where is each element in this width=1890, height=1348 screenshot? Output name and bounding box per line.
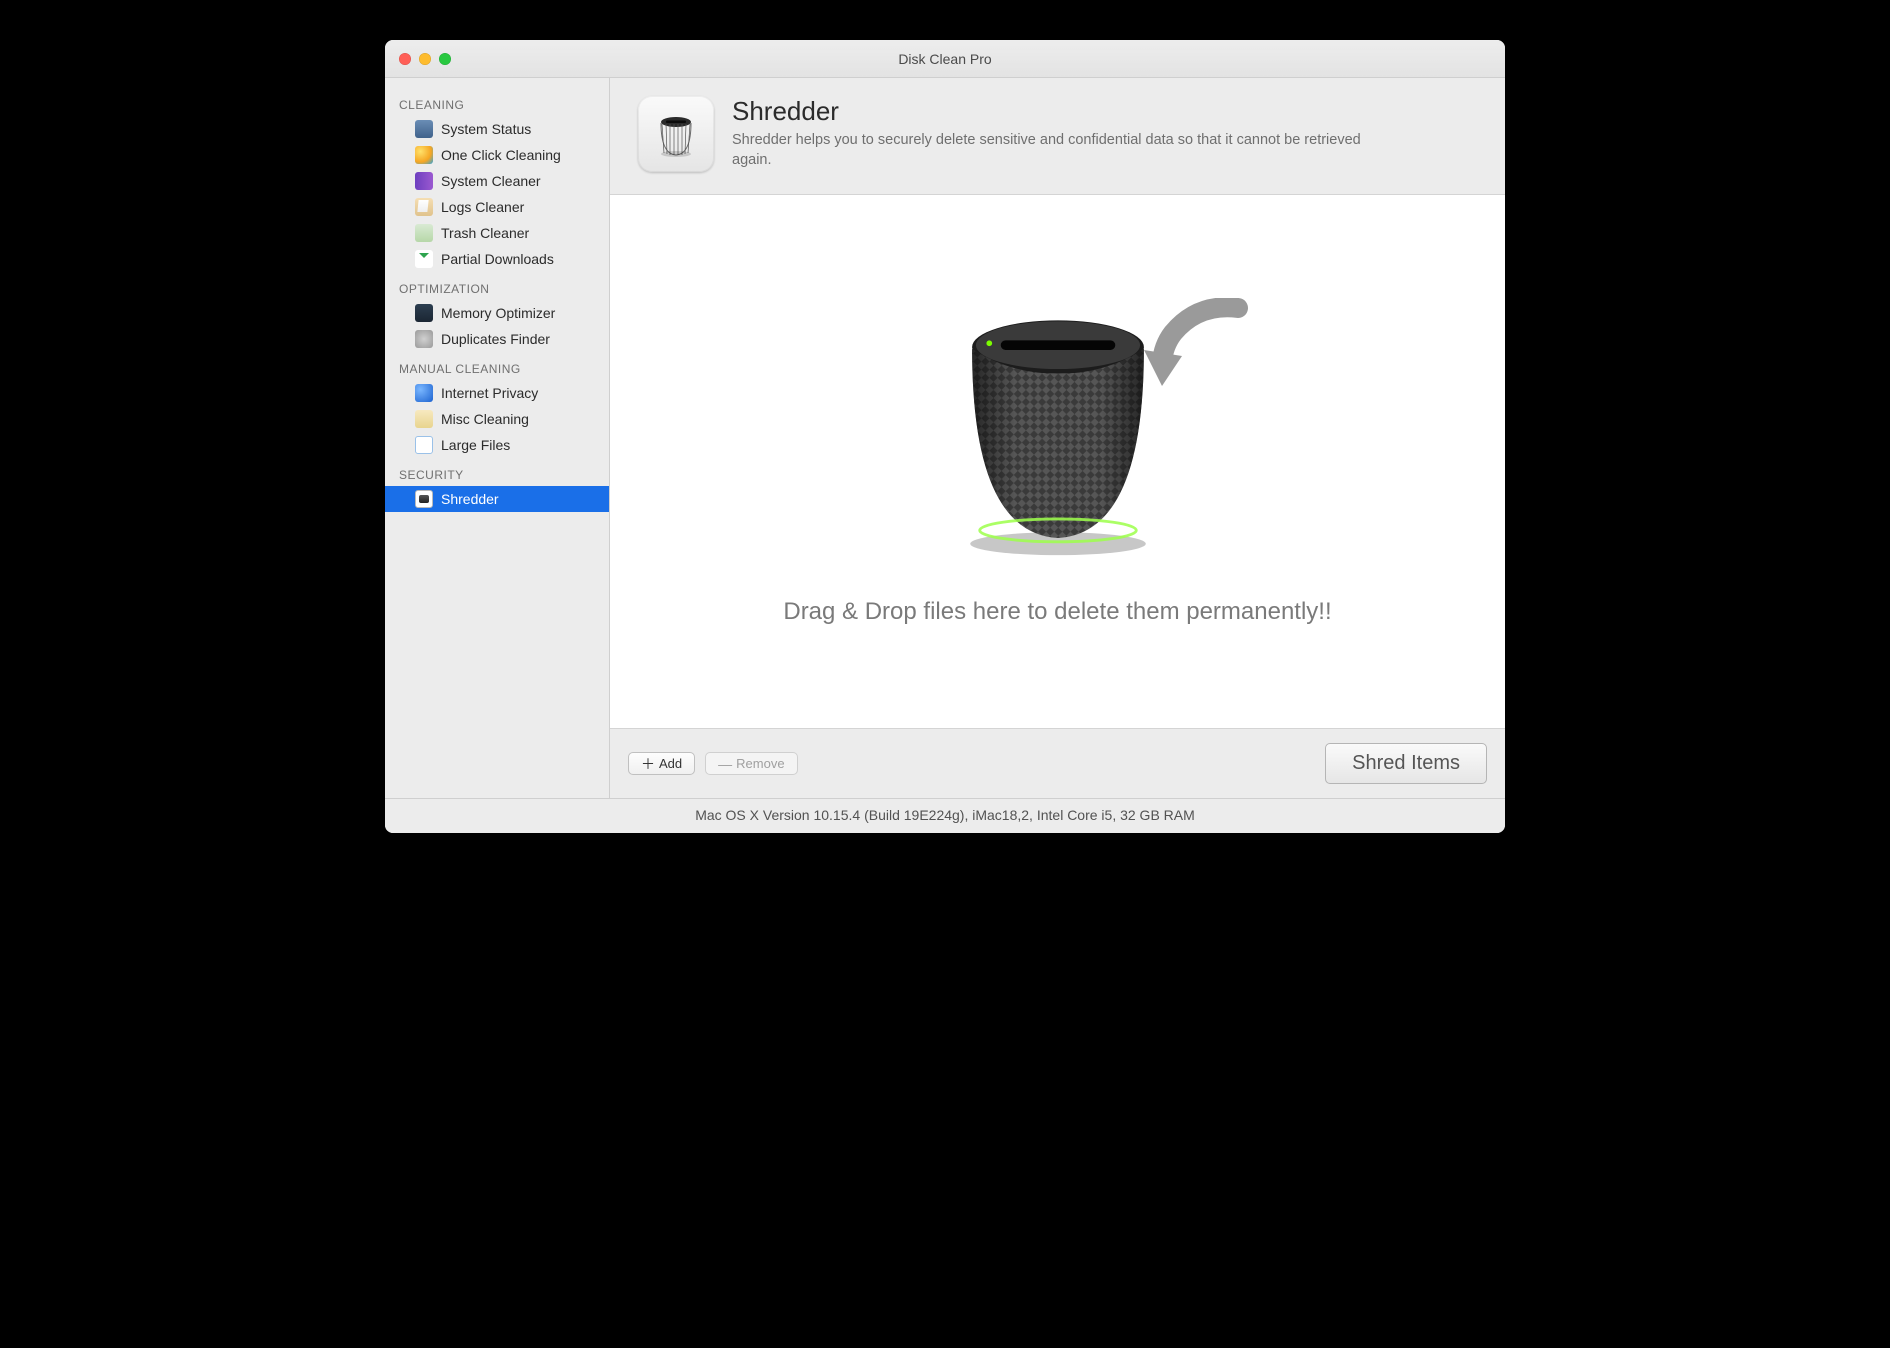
sidebar-item-misc-cleaning[interactable]: Misc Cleaning (385, 406, 609, 432)
plus-icon: ＋ (641, 757, 655, 771)
sidebar-item-duplicates-finder[interactable]: Duplicates Finder (385, 326, 609, 352)
sidebar-item-partial-downloads[interactable]: Partial Downloads (385, 246, 609, 272)
sidebar-item-internet-privacy[interactable]: Internet Privacy (385, 380, 609, 406)
section-header-optimization: OPTIMIZATION (385, 272, 609, 300)
sidebar-item-label: One Click Cleaning (441, 147, 561, 163)
remove-button-label: Remove (736, 756, 784, 771)
sidebar-item-label: Duplicates Finder (441, 331, 550, 347)
sidebar-item-label: System Cleaner (441, 173, 541, 189)
sidebar-item-label: Internet Privacy (441, 385, 538, 401)
sidebar-item-trash-cleaner[interactable]: Trash Cleaner (385, 220, 609, 246)
sidebar-item-system-status[interactable]: System Status (385, 116, 609, 142)
sidebar-item-shredder[interactable]: Shredder (385, 486, 609, 512)
sidebar-item-label: Misc Cleaning (441, 411, 529, 427)
trash-cleaner-icon (415, 224, 433, 242)
page-header: Shredder Shredder helps you to securely … (610, 78, 1505, 195)
one-click-icon (415, 146, 433, 164)
globe-icon (415, 384, 433, 402)
shred-items-button[interactable]: Shred Items (1325, 743, 1487, 784)
page-title: Shredder (732, 96, 1372, 127)
page-subtitle: Shredder helps you to securely delete se… (732, 131, 1372, 170)
toolbar: ＋ Add — Remove Shred Items (610, 729, 1505, 798)
monitor-icon (415, 120, 433, 138)
minimize-window-button[interactable] (419, 53, 431, 65)
sidebar-item-label: Partial Downloads (441, 251, 554, 267)
section-header-manual-cleaning: MANUAL CLEANING (385, 352, 609, 380)
drop-graphic (878, 298, 1238, 568)
misc-icon (415, 410, 433, 428)
sidebar-item-one-click-cleaning[interactable]: One Click Cleaning (385, 142, 609, 168)
shredder-icon (415, 490, 433, 508)
drop-zone[interactable]: Drag & Drop files here to delete them pe… (610, 195, 1505, 729)
sidebar-item-label: Large Files (441, 437, 510, 453)
download-icon (415, 250, 433, 268)
header-shredder-icon (638, 96, 714, 172)
duplicates-icon (415, 330, 433, 348)
window-controls (399, 53, 451, 65)
system-info-text: Mac OS X Version 10.15.4 (Build 19E224g)… (695, 807, 1195, 823)
remove-button[interactable]: — Remove (705, 752, 797, 775)
sidebar-item-label: System Status (441, 121, 531, 137)
section-header-security: SECURITY (385, 458, 609, 486)
sidebar-item-label: Logs Cleaner (441, 199, 524, 215)
drop-arrow-icon (1128, 298, 1248, 408)
window-title: Disk Clean Pro (385, 51, 1505, 67)
sidebar-item-label: Trash Cleaner (441, 225, 529, 241)
sidebar-item-logs-cleaner[interactable]: Logs Cleaner (385, 194, 609, 220)
system-cleaner-icon (415, 172, 433, 190)
section-header-cleaning: CLEANING (385, 88, 609, 116)
minus-icon: — (718, 757, 732, 771)
sidebar: CLEANING System Status One Click Cleanin… (385, 78, 610, 798)
zoom-window-button[interactable] (439, 53, 451, 65)
sidebar-item-large-files[interactable]: Large Files (385, 432, 609, 458)
memory-icon (415, 304, 433, 322)
drop-caption: Drag & Drop files here to delete them pe… (783, 598, 1331, 626)
sidebar-item-label: Shredder (441, 491, 499, 507)
sidebar-item-label: Memory Optimizer (441, 305, 555, 321)
logs-cleaner-icon (415, 198, 433, 216)
add-button[interactable]: ＋ Add (628, 752, 695, 775)
sidebar-item-system-cleaner[interactable]: System Cleaner (385, 168, 609, 194)
large-files-icon (415, 436, 433, 454)
add-button-label: Add (659, 756, 682, 771)
app-window: Disk Clean Pro CLEANING System Status On… (385, 40, 1505, 833)
titlebar: Disk Clean Pro (385, 40, 1505, 78)
status-bar: Mac OS X Version 10.15.4 (Build 19E224g)… (385, 798, 1505, 833)
sidebar-item-memory-optimizer[interactable]: Memory Optimizer (385, 300, 609, 326)
main-panel: Shredder Shredder helps you to securely … (610, 78, 1505, 798)
close-window-button[interactable] (399, 53, 411, 65)
